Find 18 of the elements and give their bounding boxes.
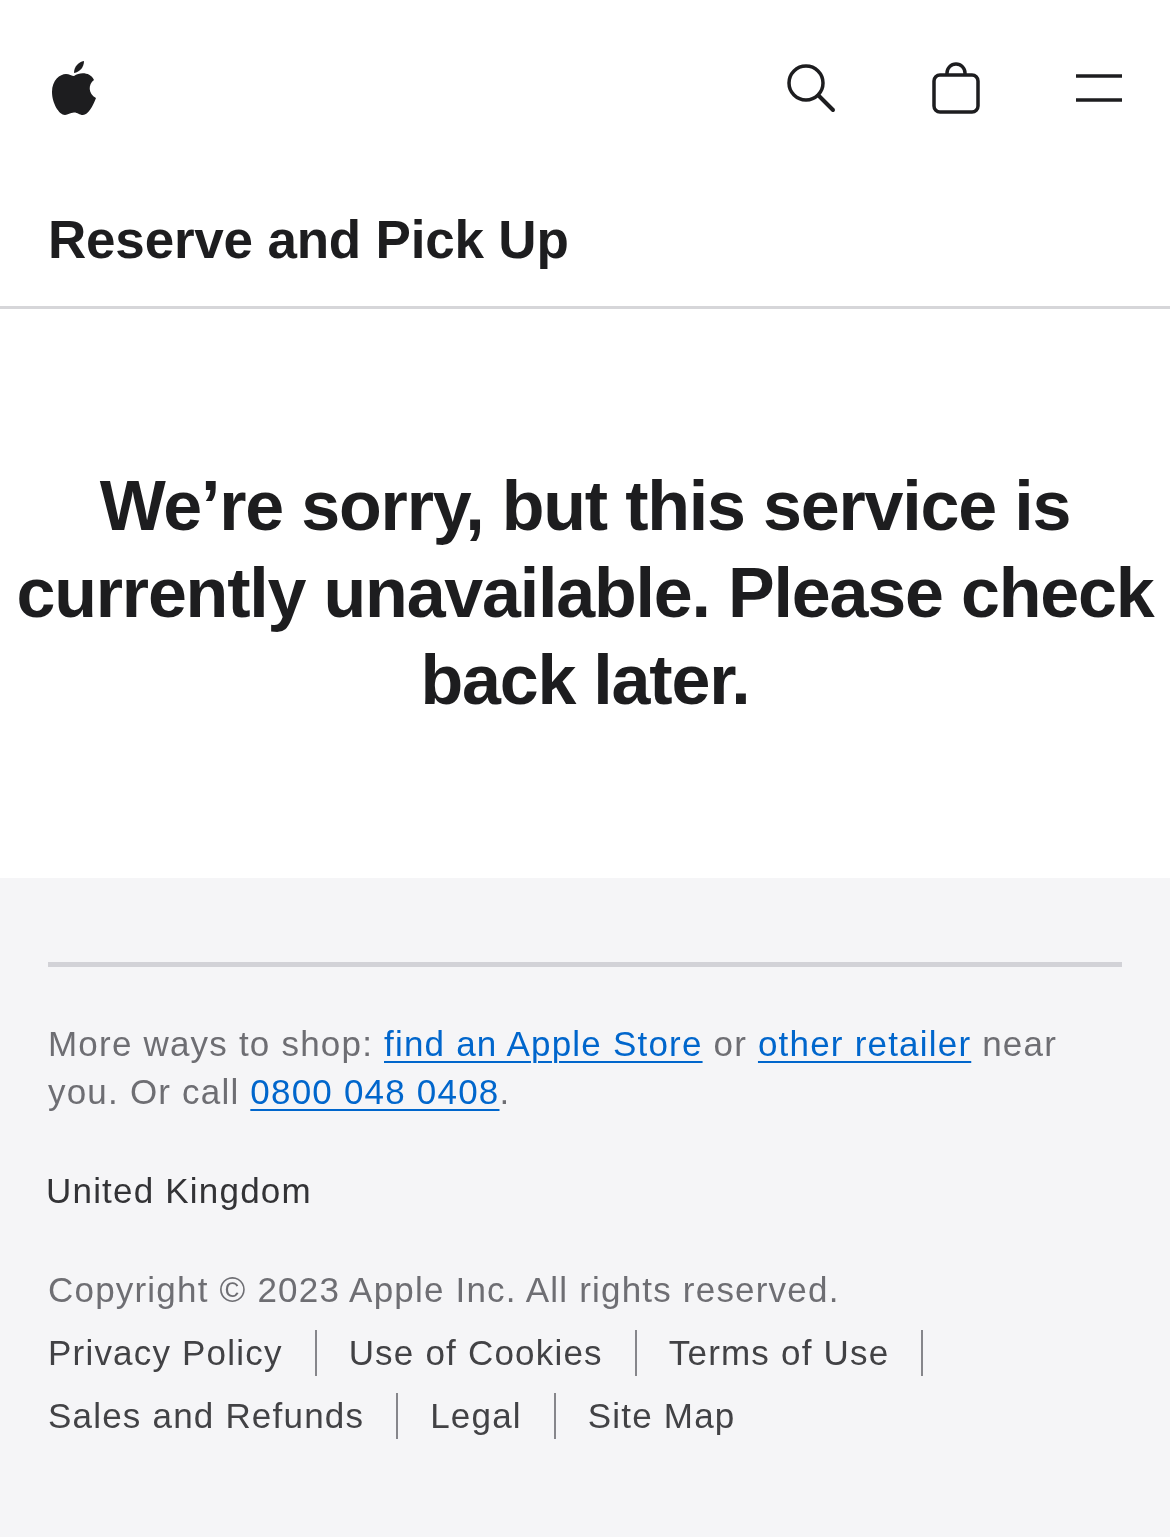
footer-link[interactable]: Sales and Refunds — [48, 1392, 365, 1440]
footer-link[interactable]: Legal — [430, 1392, 522, 1440]
copyright-text: Copyright © 2023 Apple Inc. All rights reserved. — [48, 1269, 841, 1311]
footer-link[interactable]: Terms of Use — [668, 1329, 890, 1377]
text-link[interactable]: other retailer — [757, 1024, 972, 1063]
page-title: Reserve and Pick Up — [48, 209, 570, 271]
apple-icon[interactable] — [50, 60, 98, 116]
text-link[interactable]: 0800 048 0408 — [250, 1072, 500, 1111]
shopping-bag-icon[interactable] — [932, 62, 980, 114]
unavailable-message: We’re sorry, but this service is currently unavailable. Please check back later. — [15, 466, 1156, 721]
footer-link[interactable]: Privacy Policy — [48, 1329, 283, 1377]
text-link[interactable]: find an Apple Store — [384, 1024, 703, 1063]
footer-link[interactable]: Site Map — [587, 1392, 736, 1440]
menu-icon[interactable] — [1076, 74, 1122, 102]
country-selector[interactable]: United Kingdom — [46, 1167, 1122, 1215]
footer-link[interactable]: Use of Cookies — [348, 1329, 603, 1377]
search-icon[interactable] — [786, 63, 836, 113]
shop-info-text: More ways to shop: find an Apple Store or other retailer near you. Or call 0800 048 0408. — [48, 1023, 1059, 1113]
